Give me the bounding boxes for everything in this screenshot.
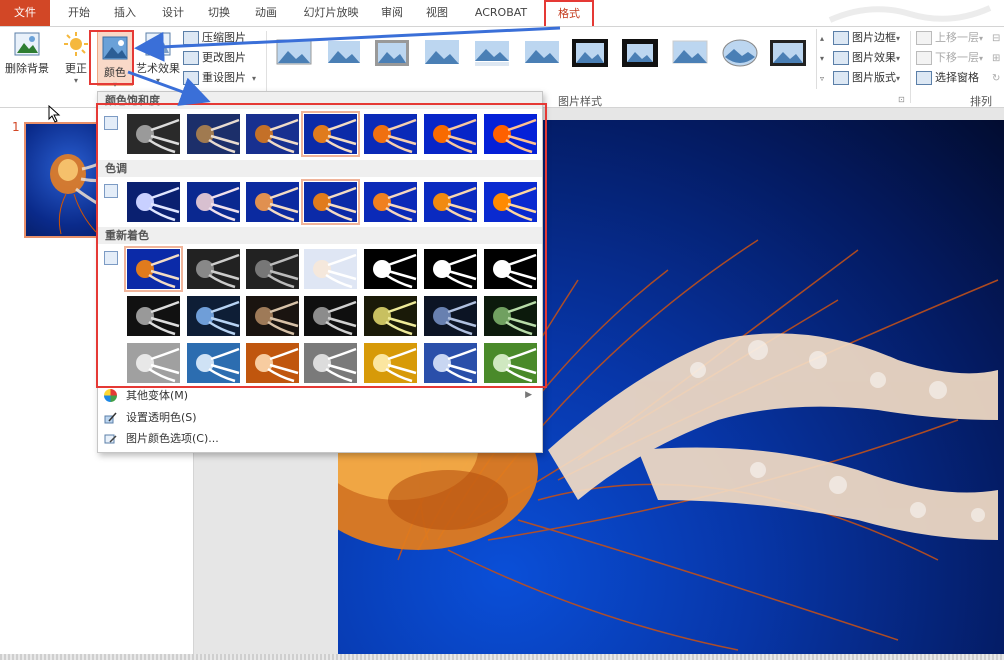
- artistic-effects-dropdown-icon: ▾: [155, 76, 160, 85]
- send-backward-button[interactable]: 下移一层▾: [916, 49, 983, 67]
- align-icons[interactable]: ⊟ ⊞ ↻: [992, 29, 1004, 89]
- reset-picture-label: 重设图片: [202, 71, 246, 84]
- send-backward-label: 下移一层: [935, 51, 979, 64]
- ribbon-decoration: [828, 5, 992, 23]
- set-transparent-color-item[interactable]: 设置透明色(S): [98, 408, 542, 427]
- tab-format[interactable]: 格式: [544, 0, 594, 26]
- tab-acrobat[interactable]: ACROBAT: [468, 0, 534, 26]
- layout-dropdown-icon: ▾: [896, 74, 901, 83]
- picture-border-label: 图片边框: [852, 31, 896, 44]
- tab-insert[interactable]: 插入: [106, 0, 144, 26]
- picture-style-thumb[interactable]: [424, 39, 460, 67]
- border-icon: [833, 31, 849, 45]
- set-transparent-color-label: 设置透明色(S): [126, 411, 197, 424]
- bring-forward-icon: [916, 31, 932, 45]
- picture-effects-button[interactable]: 图片效果▾: [833, 49, 900, 67]
- artistic-effects-button[interactable]: 艺术效果 ▾: [134, 27, 182, 85]
- tab-view[interactable]: 视图: [418, 0, 456, 26]
- picture-style-thumb[interactable]: [374, 39, 410, 67]
- dialog-launcher-icon[interactable]: ⊡: [898, 95, 905, 104]
- effects-icon: [833, 51, 849, 65]
- picture-style-thumb[interactable]: [276, 39, 312, 67]
- bring-forward-label: 上移一层: [935, 31, 979, 44]
- tab-file[interactable]: 文件: [0, 0, 50, 26]
- tab-transitions[interactable]: 切换: [200, 0, 238, 26]
- change-picture-icon: [183, 51, 199, 65]
- selection-pane-label: 选择窗格: [935, 71, 979, 84]
- remove-background-label: 删除背景: [5, 62, 49, 75]
- picture-layout-button[interactable]: 图片版式▾: [833, 69, 900, 87]
- picture-style-thumb[interactable]: [572, 39, 608, 67]
- picture-layout-label: 图片版式: [852, 71, 896, 84]
- picture-style-thumb[interactable]: [722, 39, 758, 67]
- gallery-scroll[interactable]: ▴ ▾ ▿: [816, 29, 827, 89]
- slide-number: 1: [12, 120, 20, 134]
- arrange-group-label: 排列: [970, 95, 992, 108]
- selection-pane-icon: [916, 71, 932, 85]
- more-variations-item[interactable]: 其他变体(M) ▶: [98, 386, 542, 405]
- submenu-arrow-icon: ▶: [525, 390, 532, 400]
- color-wheel-icon: [104, 389, 117, 402]
- send-backward-dropdown-icon: ▾: [979, 54, 984, 63]
- picture-style-thumb[interactable]: [474, 39, 510, 67]
- compress-pictures-button[interactable]: 压缩图片: [183, 29, 246, 47]
- picture-color-options-item[interactable]: 图片颜色选项(C)...: [98, 429, 542, 448]
- remove-background-icon: [13, 31, 41, 57]
- border-dropdown-icon: ▾: [896, 34, 901, 43]
- tab-slideshow[interactable]: 幻灯片放映: [298, 0, 364, 26]
- change-picture-button[interactable]: 更改图片: [183, 49, 246, 67]
- more-variations-label: 其他变体(M): [126, 389, 189, 402]
- picture-style-thumb[interactable]: [622, 39, 658, 67]
- status-strip: [0, 654, 1004, 660]
- color-button-highlight: [89, 30, 134, 85]
- picture-styles-group-label: 图片样式: [558, 95, 602, 108]
- selection-pane-button[interactable]: 选择窗格: [916, 69, 979, 87]
- bring-forward-dropdown-icon: ▾: [979, 34, 984, 43]
- picture-style-thumb[interactable]: [770, 39, 806, 67]
- artistic-effects-label: 艺术效果: [136, 62, 180, 75]
- picture-border-button[interactable]: 图片边框▾: [833, 29, 900, 47]
- picture-style-thumb[interactable]: [672, 39, 708, 67]
- mouse-pointer-icon: [48, 105, 61, 123]
- ribbon-separator: [910, 31, 911, 103]
- tab-home[interactable]: 开始: [60, 0, 98, 26]
- transparent-color-icon: [104, 411, 117, 424]
- tab-review[interactable]: 审阅: [373, 0, 411, 26]
- compress-label: 压缩图片: [202, 31, 246, 44]
- picture-style-thumb[interactable]: [524, 39, 560, 67]
- ribbon-tab-bar: 文件 开始 插入 设计 切换 动画 幻灯片放映 审阅 视图 ACROBAT 格式: [0, 0, 1004, 27]
- reset-picture-icon: [183, 71, 199, 85]
- layout-icon: [833, 71, 849, 85]
- corrections-sun-icon: [62, 31, 90, 57]
- reset-dropdown-icon: ▾: [252, 74, 257, 83]
- bring-forward-button[interactable]: 上移一层▾: [916, 29, 983, 47]
- gallery-annotation-box: [96, 103, 547, 388]
- artistic-effects-icon: [144, 31, 172, 57]
- effects-dropdown-icon: ▾: [896, 54, 901, 63]
- send-backward-icon: [916, 51, 932, 65]
- remove-background-button[interactable]: 删除背景: [2, 27, 52, 76]
- reset-picture-button[interactable]: 重设图片 ▾: [183, 69, 256, 87]
- color-options-icon: [104, 432, 117, 445]
- picture-color-options-label: 图片颜色选项(C)...: [126, 432, 219, 445]
- picture-effects-label: 图片效果: [852, 51, 896, 64]
- compress-icon: [183, 31, 199, 45]
- picture-style-thumb[interactable]: [326, 39, 362, 67]
- tab-animations[interactable]: 动画: [247, 0, 285, 26]
- change-picture-label: 更改图片: [202, 51, 246, 64]
- tab-design[interactable]: 设计: [154, 0, 192, 26]
